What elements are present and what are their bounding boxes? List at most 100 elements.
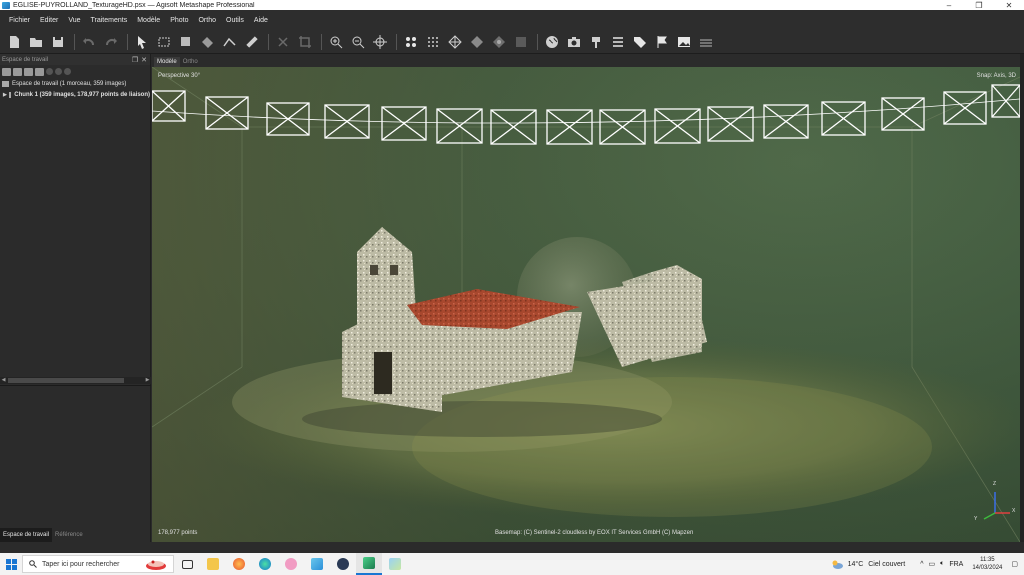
clock-date: 14/03/2024 [972,565,1003,571]
scroll-right-icon[interactable]: ▶ [144,377,151,384]
layers-button[interactable] [696,32,716,52]
speaker-icon[interactable]: 🔈︎ [940,560,944,568]
close-button[interactable]: ✕ [994,0,1024,10]
crop-selection-button[interactable] [295,32,315,52]
workspace-root[interactable]: Espace de travail (1 morceau, 359 images… [0,78,150,89]
chevron-up-icon[interactable]: ^ [920,561,923,568]
rotate-object-button[interactable] [198,32,218,52]
flag-button[interactable] [652,32,672,52]
rectangle-selection-button[interactable] [154,32,174,52]
weather-temperature[interactable]: 14°C [848,561,864,568]
taskbar-app-9[interactable] [382,553,408,575]
toolbar-separator [127,33,128,50]
task-view-button[interactable] [174,553,200,575]
notification-icon[interactable]: ▢ [1011,560,1018,568]
chunk-label: Chunk 1 (359 images, 178,977 points de l… [14,91,150,98]
menu-ortho[interactable]: Ortho [193,17,221,24]
menu-photo[interactable]: Photo [165,17,193,24]
show-cameras-button[interactable] [564,32,584,52]
tiled-model-button[interactable] [511,32,531,52]
ruler-button[interactable] [242,32,262,52]
mesh-button[interactable] [445,32,465,52]
taskbar-firefox[interactable] [226,553,252,575]
folder-icon [207,558,219,570]
maximize-button[interactable]: ❐ [964,0,994,10]
navigation-button[interactable] [132,32,152,52]
texture-icon [493,35,505,48]
scroll-left-icon[interactable]: ◀ [0,377,7,384]
tab-workspace[interactable]: Espace de travail [0,528,53,542]
draw-polyline-button[interactable] [220,32,240,52]
taskbar-clock[interactable]: 11:35 14/03/2024 [972,556,1002,572]
image-button[interactable] [674,32,694,52]
menu-aide[interactable]: Aide [249,17,273,24]
start-button[interactable] [0,553,22,575]
add-chunk-icon[interactable] [2,67,11,76]
menu-outils[interactable]: Outils [221,17,249,24]
menu-fichier[interactable]: Fichier [4,17,35,24]
minimize-button[interactable]: – [934,0,964,10]
basemap-button[interactable] [542,32,562,52]
menu-editer[interactable]: Editer [35,17,63,24]
close-panel-icon[interactable]: ✕ [141,56,147,64]
title-bar: EGLISE-PUYROLLAND_TexturageHD.psx — Agis… [0,0,1024,10]
add-photos-icon[interactable] [13,67,22,76]
zoom-in-icon [330,36,343,48]
model-view-button[interactable] [401,32,421,52]
chunk-icon [8,91,12,98]
save-button[interactable] [48,32,68,52]
tab-model[interactable]: Modèle [154,57,180,67]
menu-traitements[interactable]: Traitements [86,17,133,24]
model-viewport[interactable]: Perspective 30° Snap: Axis, 3D 178,977 p… [152,67,1020,542]
disable-item-icon[interactable] [55,68,62,75]
camera-icon [568,36,580,47]
taskbar-file-explorer[interactable] [200,553,226,575]
add-folder-icon[interactable] [24,67,33,76]
globe-icon [546,35,558,48]
axis-gizmo [983,492,1010,520]
expand-arrow-icon[interactable]: ▶ [3,92,7,98]
scrollbar-thumb[interactable] [8,378,124,383]
new-file-button[interactable] [4,32,24,52]
reset-view-button[interactable] [370,32,390,52]
remove-item-icon[interactable] [35,67,44,76]
tags-button[interactable] [630,32,650,52]
zoom-out-button[interactable] [348,32,368,52]
ruler-icon [246,35,258,48]
tab-reference[interactable]: Référence [52,528,86,542]
float-panel-icon[interactable]: ❐ [132,56,138,64]
open-button[interactable] [26,32,46,52]
workspace-toolbar [0,65,150,78]
tab-ortho[interactable]: Ortho [180,57,201,67]
delete-selection-button[interactable] [273,32,293,52]
taskbar-edge[interactable] [252,553,278,575]
snip-icon [285,558,297,570]
taskbar-metashape[interactable] [356,553,382,575]
weather-condition[interactable]: Ciel couvert [868,561,905,568]
chunk-item[interactable]: ▶ Chunk 1 (359 images, 178,977 points de… [0,89,150,100]
solid-model-button[interactable] [467,32,487,52]
left-panel-tabs: Espace de travail Référence [0,528,151,542]
crosshair-icon [373,34,387,49]
textured-model-button[interactable] [489,32,509,52]
list-icon [613,36,623,47]
camera-frames [152,84,1020,145]
zoom-in-button[interactable] [326,32,346,52]
close-item-icon[interactable] [64,68,71,75]
language-indicator[interactable]: FRA [949,561,963,568]
workspace-horizontal-scrollbar[interactable]: ◀ ▶ [0,377,151,384]
show-markers-button[interactable] [586,32,606,52]
menu-vue[interactable]: Vue [63,17,85,24]
taskbar-app-7[interactable] [330,553,356,575]
dense-cloud-button[interactable] [423,32,443,52]
enable-item-icon[interactable] [46,68,53,75]
taskbar-app-6[interactable] [304,553,330,575]
redo-button[interactable] [101,32,121,52]
menu-modele[interactable]: Modèle [132,17,165,24]
taskbar-search-box[interactable]: Taper ici pour rechercher [22,555,174,573]
undo-button[interactable] [79,32,99,52]
taskbar-app-5[interactable] [278,553,304,575]
resize-region-button[interactable] [176,32,196,52]
network-icon[interactable]: ▭ [929,560,936,568]
show-shapes-button[interactable] [608,32,628,52]
